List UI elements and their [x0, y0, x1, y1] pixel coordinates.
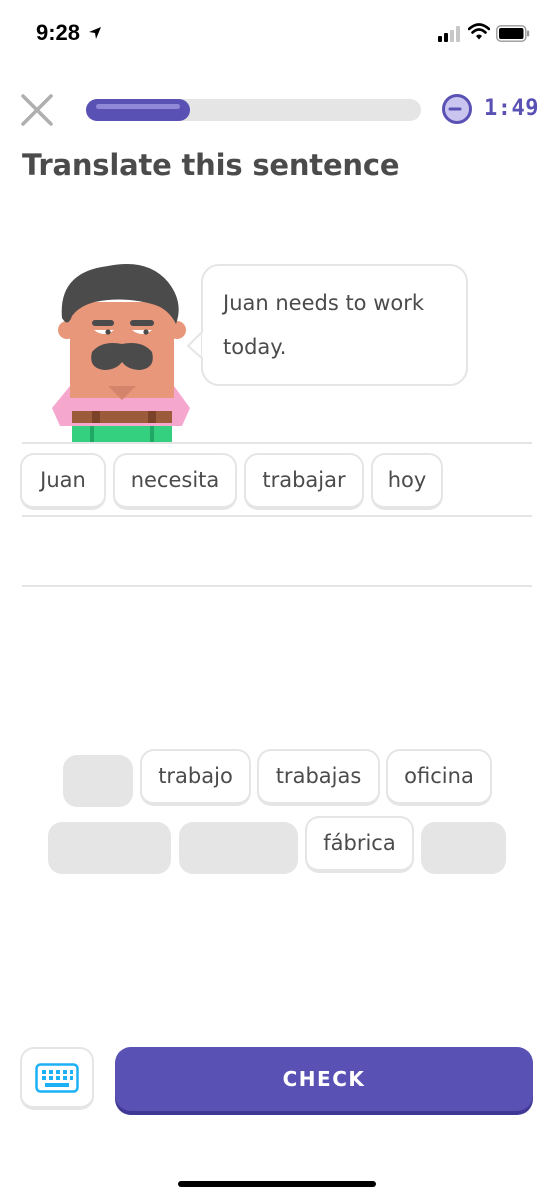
word-bank-tile[interactable]: trabajo [140, 749, 251, 806]
word-bank-slot-empty [421, 822, 506, 874]
word-bank-tile[interactable]: trabajas [257, 749, 380, 806]
battery-icon [496, 25, 530, 42]
character-illustration [52, 264, 190, 444]
timer-icon [442, 94, 472, 124]
progress-bar-fill [86, 99, 190, 121]
progress-bar-highlight [96, 104, 180, 109]
prompt-text-line-2: today. [223, 335, 287, 359]
word-bank-tile[interactable]: oficina [386, 749, 492, 806]
status-time: 9:28 [36, 20, 81, 45]
answer-line-3 [22, 585, 532, 587]
word-bank-slot-empty [179, 822, 298, 874]
page-title: Translate this sentence [22, 148, 400, 182]
wifi-icon [468, 23, 490, 40]
prompt-text-line-1: Juan needs to work [223, 291, 425, 315]
timer-value: 1:49 [484, 96, 539, 121]
answer-tile[interactable]: necesita [113, 453, 237, 510]
word-bank-slot-empty [48, 822, 171, 874]
answer-tile[interactable]: hoy [371, 453, 443, 510]
answer-tile[interactable]: Juan [20, 453, 106, 510]
answer-tile[interactable]: trabajar [244, 453, 364, 510]
keyboard-icon [35, 1062, 79, 1093]
speech-bubble: Juan needs to work today. [201, 264, 468, 386]
answer-line-2 [22, 515, 532, 517]
progress-bar [86, 99, 421, 121]
cellular-signal-icon [438, 26, 460, 42]
location-arrow-icon [89, 27, 101, 39]
check-button[interactable]: CHECK [115, 1047, 533, 1111]
home-indicator [178, 1181, 376, 1187]
close-icon[interactable] [20, 93, 54, 127]
word-bank-tile[interactable]: fábrica [305, 816, 414, 873]
keyboard-toggle-button[interactable] [20, 1047, 94, 1110]
speech-bubble-tail-mask [202, 333, 206, 357]
word-bank-slot-empty [63, 755, 133, 807]
answer-line-1 [22, 442, 532, 444]
